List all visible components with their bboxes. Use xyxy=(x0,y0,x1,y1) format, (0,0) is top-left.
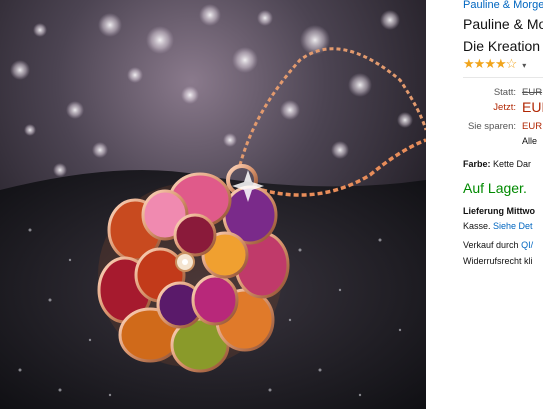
savings-label: Sie sparen: xyxy=(467,121,516,132)
product-details-panel: Pauline & Morge Pauline & Mo Die Kreatio… xyxy=(426,0,543,409)
seller-link[interactable]: QI/ xyxy=(521,240,533,250)
product-title-line1: Pauline & Mo xyxy=(463,16,543,32)
current-price-label: Jetzt: xyxy=(493,102,516,113)
flower-pendant xyxy=(97,170,290,373)
chevron-down-icon[interactable]: ▾ xyxy=(522,61,526,70)
star-filled-icon: ★ xyxy=(494,56,507,71)
star-filled-icon: ★ xyxy=(484,56,496,71)
seller-text: Verkauf durch xyxy=(463,240,519,250)
color-selector[interactable]: Farbe: Kette Dar xyxy=(463,159,531,169)
color-value: Kette Dar xyxy=(493,159,532,169)
list-price-value: EUR xyxy=(522,87,543,98)
seller-line: Verkauf durch QI/ xyxy=(463,240,533,250)
delivery-line2: Kasse. Siehe Det xyxy=(463,221,533,231)
divider xyxy=(463,77,543,78)
color-label: Farbe: xyxy=(463,159,491,169)
current-price-value: EUR xyxy=(522,99,543,115)
brand-link[interactable]: Pauline & Morge xyxy=(463,0,543,11)
list-price-label: Statt: xyxy=(493,87,516,98)
product-image[interactable] xyxy=(0,0,426,409)
star-icons: ★★★★☆ xyxy=(463,56,518,71)
star-filled-icon: ★ xyxy=(473,56,486,71)
product-title-line2: Die Kreation xyxy=(463,38,541,54)
delivery-text: Kasse. xyxy=(463,221,491,231)
star-rating[interactable]: ★★★★☆ ▾ xyxy=(463,56,526,72)
star-empty-icon: ☆ xyxy=(505,56,518,71)
star-filled-icon: ★ xyxy=(463,56,475,71)
return-policy: Widerrufsrecht kli xyxy=(463,256,533,266)
availability-status: Auf Lager. xyxy=(463,180,527,196)
delivery-details-link[interactable]: Siehe Det xyxy=(493,221,533,231)
savings-value: EUR xyxy=(522,121,543,132)
price-note: Alle xyxy=(522,136,538,146)
delivery-info: Lieferung Mittwo xyxy=(463,206,535,216)
